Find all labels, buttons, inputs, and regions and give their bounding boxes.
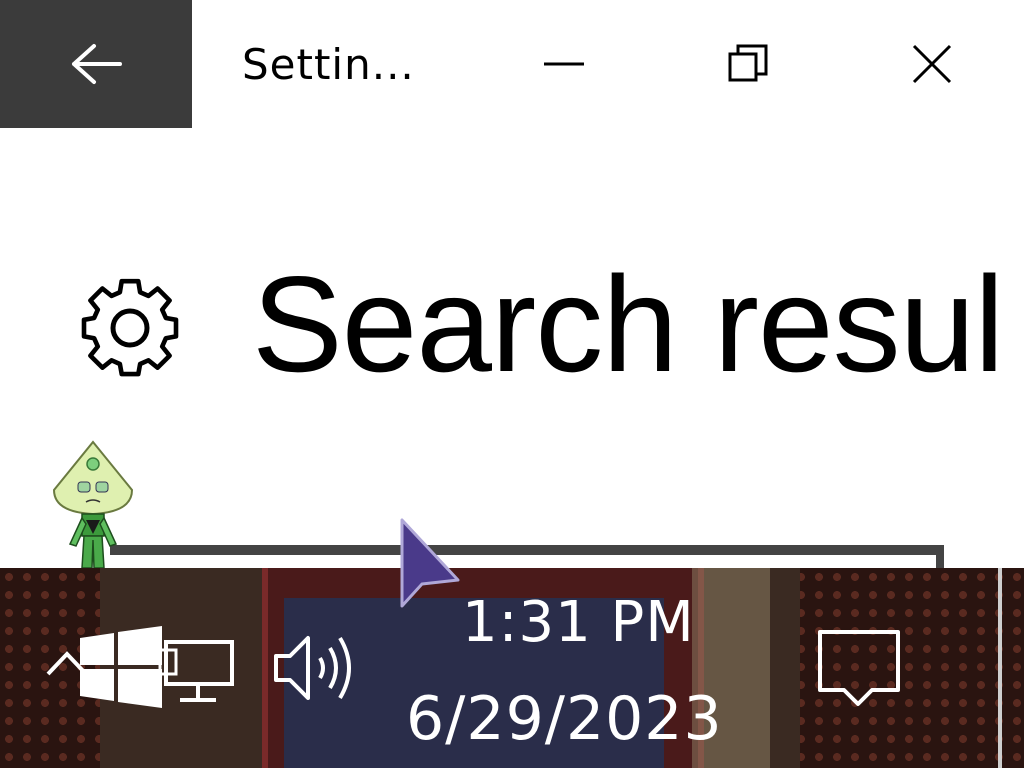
show-desktop-edge[interactable]	[998, 568, 1002, 768]
close-button[interactable]	[872, 0, 992, 128]
taskbar: 1:31 PM 6/29/2023	[0, 568, 1024, 768]
minimize-icon	[544, 62, 584, 66]
windows-logo-icon[interactable]	[78, 626, 164, 708]
minimize-button[interactable]	[504, 0, 624, 128]
clock-date[interactable]: 6/29/2023	[406, 684, 723, 754]
title-bar: Settin...	[0, 0, 1024, 128]
mouse-cursor-icon	[400, 518, 460, 608]
progress-bar-end	[936, 555, 944, 569]
search-progress-bar	[110, 545, 944, 555]
back-arrow-icon	[72, 44, 122, 84]
window-title: Settin...	[242, 40, 415, 89]
volume-icon[interactable]	[270, 630, 360, 706]
gear-icon	[81, 278, 179, 377]
network-monitor-icon[interactable]	[158, 636, 238, 706]
clock-time[interactable]: 1:31 PM	[462, 590, 695, 655]
restore-button[interactable]	[688, 0, 808, 128]
page-title: Search resul	[252, 248, 1004, 400]
action-center-icon[interactable]	[816, 628, 902, 710]
close-icon	[912, 44, 952, 84]
restore-icon	[728, 44, 768, 82]
mascot-character-image	[52, 440, 134, 569]
settings-content: Search resul	[0, 128, 1024, 569]
back-button[interactable]	[0, 0, 192, 128]
